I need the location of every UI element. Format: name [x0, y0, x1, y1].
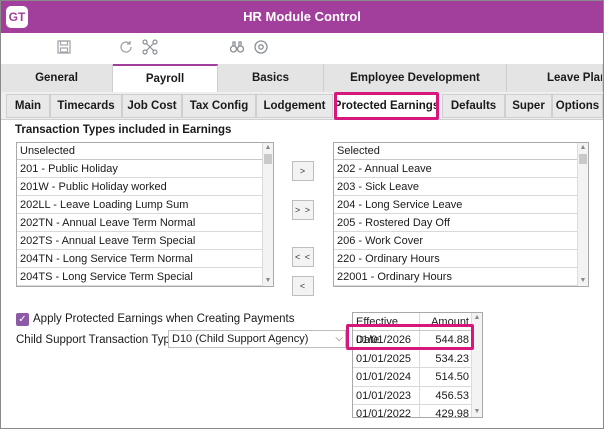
binoculars-icon[interactable]	[227, 37, 247, 57]
tab-general[interactable]: General	[1, 64, 113, 92]
child-support-value: D10 (Child Support Agency)	[172, 333, 309, 345]
list-item[interactable]: 202 - Annual Leave	[334, 160, 588, 178]
scroll-up-icon[interactable]: ▲	[472, 313, 482, 323]
subtab-lodgement[interactable]: Lodgement	[256, 94, 333, 118]
table-header: Effective Date Amount	[353, 313, 482, 346]
list-item[interactable]: 203 - Sick Leave	[334, 178, 588, 196]
tab-employee-development[interactable]: Employee Development	[324, 64, 507, 92]
subtab-protected-earnings[interactable]: Protected Earnings	[334, 94, 439, 118]
unselected-header: Unselected	[17, 143, 273, 160]
subtab-main[interactable]: Main	[6, 94, 50, 118]
subtab-tax-config[interactable]: Tax Config	[182, 94, 256, 118]
list-item[interactable]: 204TS - Long Service Term Special	[17, 268, 273, 286]
cell-date: 01/01/2024	[353, 368, 420, 386]
toolbar	[1, 33, 603, 61]
table-row[interactable]: 01/01/2024 514.50	[353, 368, 482, 387]
selected-list[interactable]: Selected 202 - Annual Leave 203 - Sick L…	[333, 142, 589, 287]
title-bar: GT HR Module Control	[1, 1, 603, 33]
list-item[interactable]: 22001 - Ordinary Hours	[334, 268, 588, 286]
tab-basics[interactable]: Basics	[218, 64, 324, 92]
cell-date: 01/01/2023	[353, 386, 420, 405]
list-item[interactable]: 206 - Work Cover	[334, 232, 588, 250]
hierarchy-icon[interactable]	[140, 37, 160, 57]
tab-leave-planning[interactable]: Leave Plann	[507, 64, 603, 92]
scroll-up-icon[interactable]: ▲	[263, 143, 273, 153]
scroll-down-icon[interactable]: ▼	[263, 276, 273, 286]
section-title: Transaction Types included in Earnings	[15, 124, 232, 136]
selected-scrollbar[interactable]: ▲ ▼	[577, 143, 588, 286]
chevron-down-icon[interactable]: ⌵	[335, 331, 343, 347]
list-item[interactable]: 201W - Public Holiday worked	[17, 178, 273, 196]
subtab-defaults[interactable]: Defaults	[442, 94, 505, 118]
add-selected-button[interactable]: >	[292, 161, 314, 181]
list-item[interactable]: 201 - Public Holiday	[17, 160, 273, 178]
scroll-down-icon[interactable]: ▼	[578, 276, 588, 286]
table-row[interactable]: 01/01/2023 456.53	[353, 386, 482, 406]
child-support-label: Child Support Transaction Type	[16, 334, 177, 346]
list-item[interactable]: 202TN - Annual Leave Term Normal	[17, 214, 273, 232]
column-header-amount[interactable]: Amount	[420, 313, 472, 330]
effective-date-table[interactable]: Effective Date Amount 01/01/2026 544.88 …	[352, 312, 483, 418]
list-item[interactable]: 220 - Ordinary Hours	[334, 250, 588, 268]
effective-table-scrollbar[interactable]: ▲ ▼	[471, 313, 482, 417]
refresh-icon[interactable]	[116, 37, 136, 57]
scroll-up-icon[interactable]: ▲	[578, 143, 588, 153]
subtab-timecards[interactable]: Timecards	[50, 94, 122, 118]
save-icon[interactable]	[54, 37, 74, 57]
cell-amount: 429.98	[435, 408, 469, 418]
child-support-select[interactable]: D10 (Child Support Agency) ⌵	[168, 330, 346, 348]
cell-date: 01/01/2026	[353, 331, 420, 349]
cell-date: 01/01/2025	[353, 349, 420, 368]
add-all-button[interactable]: > >	[292, 200, 314, 220]
remove-selected-button[interactable]: <	[292, 276, 314, 296]
scroll-down-icon[interactable]: ▼	[472, 407, 482, 417]
list-item[interactable]: 205 - Rostered Day Off	[334, 214, 588, 232]
list-item[interactable]: 204 - Long Service Leave	[334, 196, 588, 214]
sub-tab-bar: Main Timecards Job Cost Tax Config Lodge…	[1, 92, 603, 120]
cell-amount: 544.88	[435, 334, 469, 346]
table-row[interactable]: 01/01/2022 429.98	[353, 405, 482, 418]
cell-amount: 456.53	[435, 389, 469, 402]
tab-payroll[interactable]: Payroll	[113, 64, 218, 92]
list-item[interactable]: 202TS - Annual Leave Term Special	[17, 232, 273, 250]
subtab-job-cost[interactable]: Job Cost	[122, 94, 182, 118]
unselected-scrollbar[interactable]: ▲ ▼	[262, 143, 273, 286]
table-row[interactable]: 01/01/2026 544.88	[353, 331, 482, 350]
window-title: HR Module Control	[243, 9, 361, 24]
cell-date: 01/01/2022	[353, 405, 420, 417]
cell-amount: 534.23	[435, 352, 469, 365]
main-tab-bar: General Payroll Basics Employee Developm…	[1, 64, 603, 92]
selected-header: Selected	[334, 143, 588, 160]
list-item[interactable]: 204TN - Long Service Term Normal	[17, 250, 273, 268]
remove-all-button[interactable]: < <	[292, 247, 314, 267]
list-item[interactable]: 202LL - Leave Loading Lump Sum	[17, 196, 273, 214]
scroll-thumb[interactable]	[579, 154, 587, 164]
column-header-effective-date[interactable]: Effective Date	[353, 313, 420, 346]
subtab-super[interactable]: Super	[505, 94, 552, 118]
apply-protected-earnings-label: Apply Protected Earnings when Creating P…	[33, 313, 295, 325]
settings-icon[interactable]	[251, 37, 271, 57]
apply-protected-earnings-checkbox[interactable]: ✓	[16, 313, 29, 326]
scroll-thumb[interactable]	[264, 154, 272, 164]
table-row[interactable]: 01/01/2025 534.23	[353, 349, 482, 369]
cell-amount: 514.50	[435, 371, 469, 384]
unselected-list[interactable]: Unselected 201 - Public Holiday 201W - P…	[16, 142, 274, 287]
subtab-options[interactable]: Options	[552, 94, 603, 118]
